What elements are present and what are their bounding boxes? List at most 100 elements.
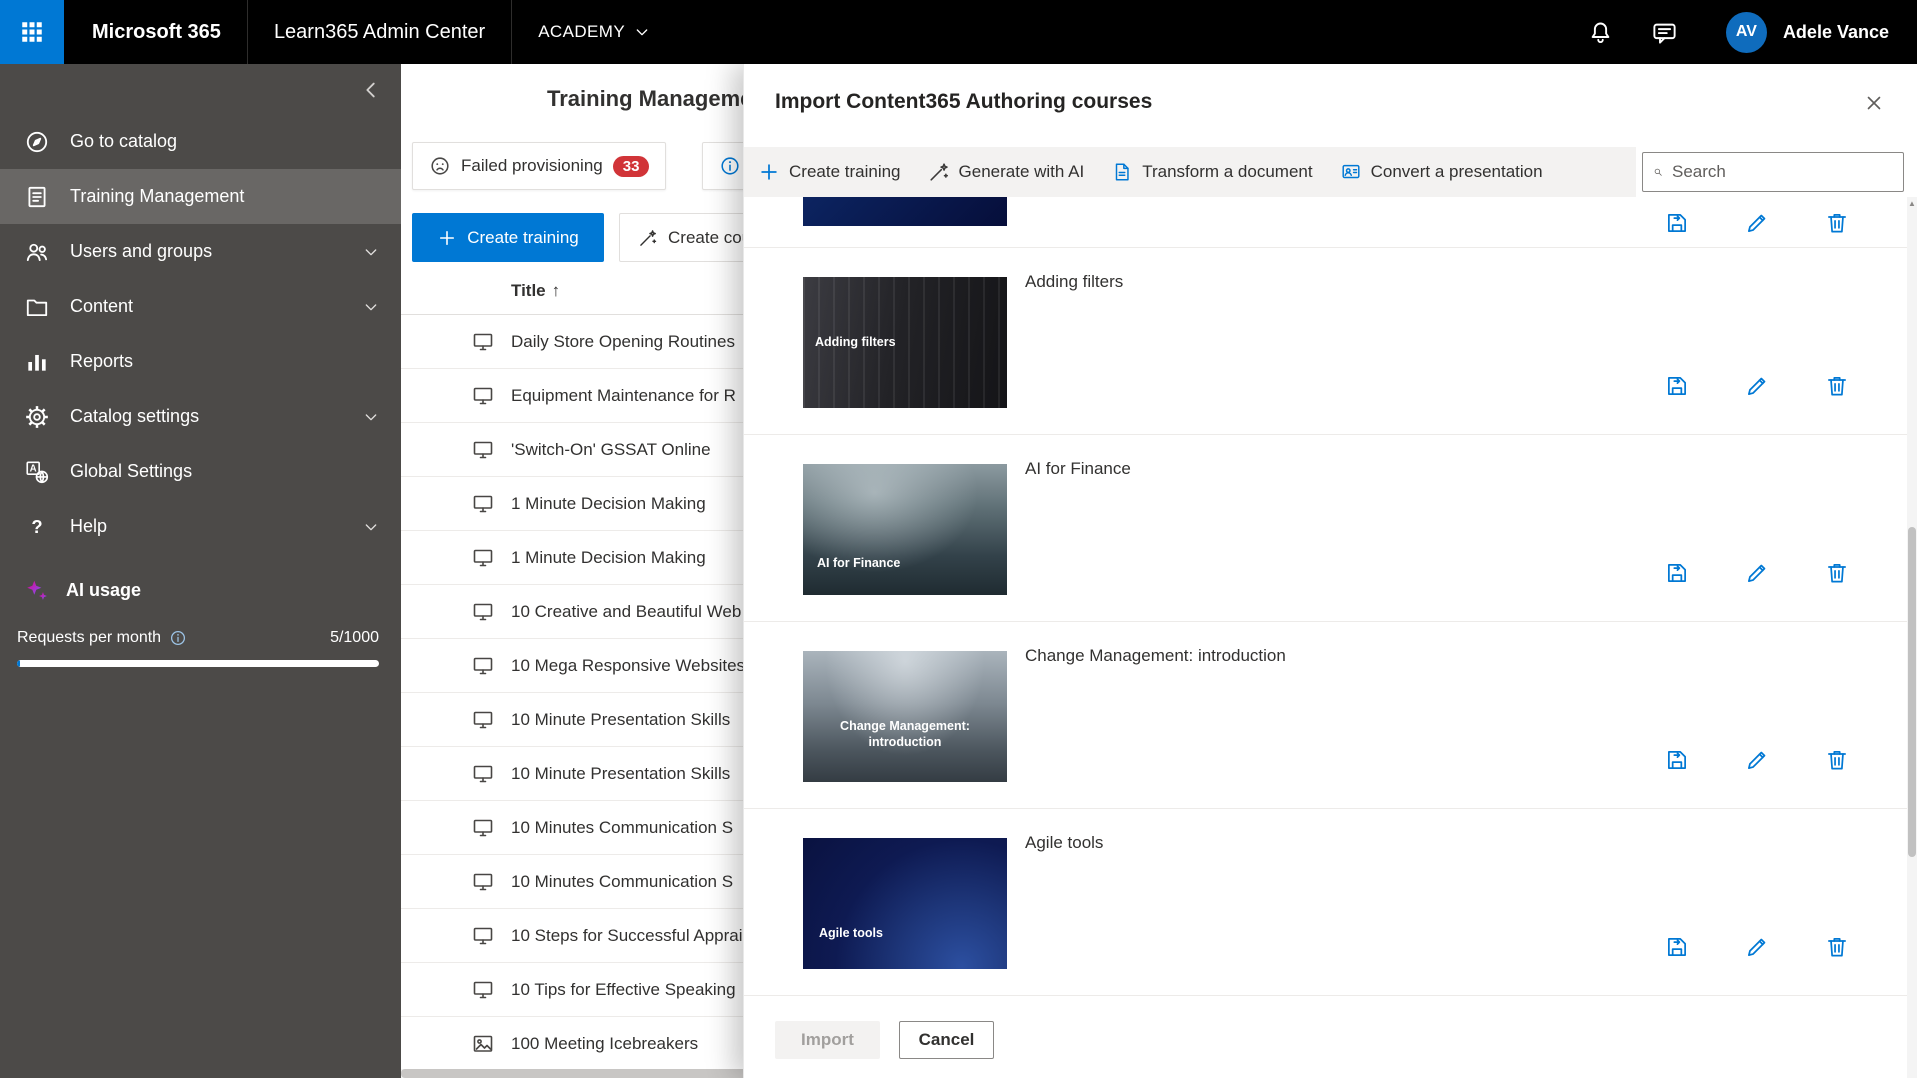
chevron-down-icon [363,519,379,535]
failed-provisioning-label: Failed provisioning [461,156,603,175]
edit-pencil-icon [1744,747,1770,773]
toolbar-item-label: Convert a presentation [1370,162,1543,181]
sidebar-item-reports[interactable]: Reports [0,334,401,389]
delete-button[interactable] [1824,560,1850,586]
sidebar-item-label: Training Management [70,186,245,206]
course-row[interactable]: Adding filters Adding filters [744,248,1907,435]
save-import-icon [1664,747,1690,773]
course-row[interactable]: Change Management: introduction Change M… [744,622,1907,809]
edit-button[interactable] [1744,560,1770,586]
failed-provisioning-count: 33 [612,155,650,177]
edit-button[interactable] [1744,210,1770,236]
training-title: Daily Store Opening Routines [511,331,735,351]
course-row[interactable]: Agile tools Agile tools [744,809,1907,996]
search-box [1642,152,1904,192]
save-import-button[interactable] [1664,373,1690,399]
delete-trash-icon [1824,934,1850,960]
scrollbar-up-arrow[interactable]: ▲ [1907,199,1917,208]
user-name: Adele Vance [1782,21,1889,42]
delete-button[interactable] [1824,373,1850,399]
monitor-icon [471,708,495,732]
dialog-scrollbar-thumb[interactable] [1908,527,1916,857]
dialog-scrollbar[interactable]: ▲ [1907,197,1917,1078]
edit-button[interactable] [1744,934,1770,960]
topbar-divider [246,0,248,64]
course-thumbnail[interactable]: Adding filters [803,277,1007,408]
people-icon [24,239,50,265]
sidebar-item-catalog-settings[interactable]: Catalog settings [0,389,401,444]
sort-ascending-icon: ↑ [551,280,561,300]
training-title: 10 Steps for Successful Apprai [511,925,743,945]
notifications-button[interactable] [1586,17,1616,47]
training-title: 10 Minute Presentation Skills [511,709,731,729]
requests-per-month-value: 5/1000 [330,629,379,646]
delete-button[interactable] [1824,747,1850,773]
sidebar-item-global-settings[interactable]: Global Settings [0,444,401,499]
toolbar-convert-presentation-button[interactable]: Convert a presentation [1340,161,1543,183]
course-thumbnail-partial[interactable] [803,197,1007,226]
chevron-down-icon [634,24,650,40]
learn365-admin-app: Microsoft 365 Learn365 Admin Center ACAD… [0,0,1917,1078]
failed-provisioning-badge[interactable]: Failed provisioning 33 [412,142,667,190]
search-icon [1653,162,1663,182]
feedback-button[interactable] [1650,17,1680,47]
edit-pencil-icon [1744,210,1770,236]
monitor-icon [471,438,495,462]
app-launcher-button[interactable] [0,0,64,64]
language-globe-icon [24,459,50,485]
page-title: Training Management [547,86,774,111]
sidebar-collapse-button[interactable] [357,76,385,104]
ai-usage-section: AI usage [0,563,401,618]
sidebar-item-training-management[interactable]: Training Management [0,169,401,224]
course-row-partial[interactable] [744,197,1907,248]
top-suite-bar: Microsoft 365 Learn365 Admin Center ACAD… [0,0,1917,64]
course-thumbnail[interactable]: Change Management: introduction [803,651,1007,782]
sidebar-item-label: Reports [70,351,134,371]
save-import-button[interactable] [1664,560,1690,586]
monitor-icon [471,762,495,786]
sidebar-item-content[interactable]: Content [0,279,401,334]
toolbar-generate-with-ai-button[interactable]: Generate with AI [928,161,1084,183]
course-thumbnail[interactable]: Agile tools [803,838,1007,969]
delete-button[interactable] [1824,934,1850,960]
save-import-button[interactable] [1664,210,1690,236]
dialog-title: Import Content365 Authoring courses [775,90,1153,113]
thumbnail-caption: Agile tools [819,925,883,940]
course-row[interactable]: AI for Finance AI for Finance [744,435,1907,622]
sidebar-item-label: Go to catalog [70,131,178,151]
save-import-icon [1664,934,1690,960]
course-title: Adding filters [1025,272,1124,291]
edit-button[interactable] [1744,373,1770,399]
training-title: 10 Tips for Effective Speaking [511,979,736,999]
training-title: 'Switch-On' GSSAT Online [511,439,711,459]
toolbar-transform-document-button[interactable]: Transform a document [1111,161,1313,183]
sidebar-item-help[interactable]: Help [0,499,401,554]
import-button[interactable]: Import [775,1021,880,1059]
training-title: 1 Minute Decision Making [511,493,706,513]
chevron-down-icon [363,299,379,315]
sidebar-item-label: Content [70,296,134,316]
close-button[interactable] [1857,86,1891,120]
plus-icon [437,228,457,248]
tenant-selector[interactable]: ACADEMY [538,22,650,42]
monitor-icon [471,870,495,894]
info-icon[interactable] [169,629,187,647]
search-input[interactable] [1672,162,1893,182]
monitor-icon [471,546,495,570]
avatar: AV [1725,11,1767,53]
bar-chart-icon [24,349,50,375]
toolbar-create-training-button[interactable]: Create training [758,161,901,183]
delete-button[interactable] [1824,210,1850,236]
cancel-button[interactable]: Cancel [899,1021,994,1059]
folder-icon [24,294,50,320]
training-title: 100 Meeting Icebreakers [511,1033,699,1053]
edit-button[interactable] [1744,747,1770,773]
sidebar-item-users-and-groups[interactable]: Users and groups [0,224,401,279]
sidebar-item-go-to-catalog[interactable]: Go to catalog [0,114,401,169]
create-training-button[interactable]: Create training [412,213,604,262]
account-menu[interactable]: AV Adele Vance [1725,11,1889,53]
course-thumbnail[interactable]: AI for Finance [803,464,1007,595]
monitor-icon [471,600,495,624]
save-import-button[interactable] [1664,934,1690,960]
save-import-button[interactable] [1664,747,1690,773]
